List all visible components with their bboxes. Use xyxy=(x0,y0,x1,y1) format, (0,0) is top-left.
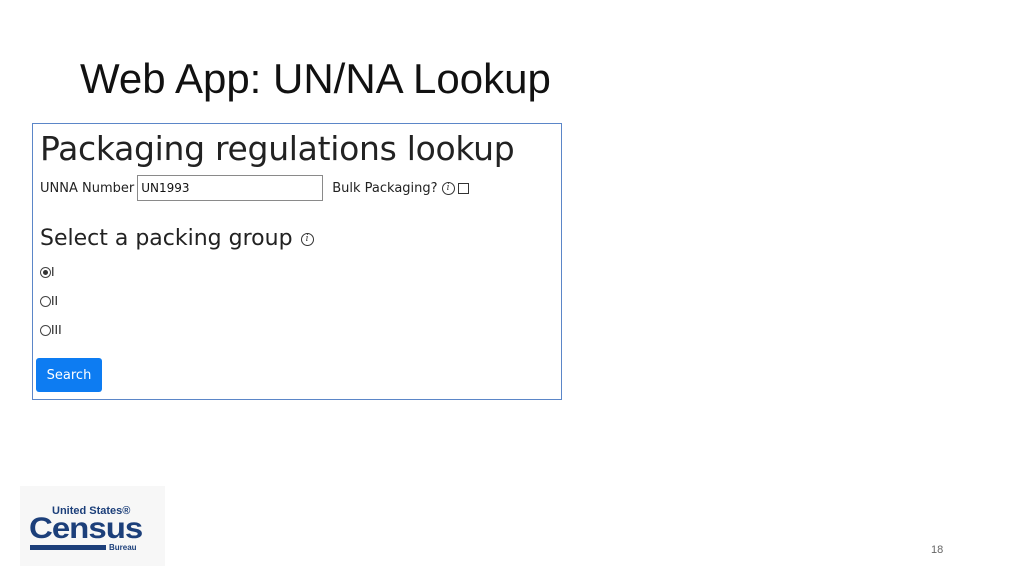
info-icon[interactable]: i xyxy=(441,181,455,195)
packing-group-label: II xyxy=(51,294,59,308)
logo-bar xyxy=(30,545,106,550)
packing-group-label: III xyxy=(51,323,62,337)
slide-title: Web App: UN/NA Lookup xyxy=(80,55,551,102)
logo-main-text: Census xyxy=(29,511,143,545)
app-frame: Packaging regulations lookup UNNA Number… xyxy=(32,123,562,400)
radio-button[interactable] xyxy=(40,266,51,278)
packing-group-heading: Select a packing group i xyxy=(40,228,314,250)
logo-bottom-text: Bureau xyxy=(109,543,137,552)
info-icon[interactable]: i xyxy=(300,232,314,246)
radio-selected-dot xyxy=(43,269,48,275)
unna-input[interactable] xyxy=(137,175,324,201)
census-bureau-logo: United States® Census Bureau xyxy=(20,486,165,566)
unna-label: UNNA Number xyxy=(40,180,135,196)
packing-group-option-ii[interactable]: II xyxy=(40,294,58,308)
packing-group-heading-text: Select a packing group xyxy=(40,226,293,251)
search-button[interactable]: Search xyxy=(36,358,102,392)
packing-group-label: I xyxy=(51,265,55,279)
bulk-packaging-label: Bulk Packaging? xyxy=(332,180,438,196)
page-number: 18 xyxy=(931,544,944,556)
app-heading: Packaging regulations lookup xyxy=(40,129,515,168)
packing-group-option-iii[interactable]: III xyxy=(40,323,62,337)
packing-group-option-i[interactable]: I xyxy=(40,265,55,279)
radio-button[interactable] xyxy=(40,324,51,336)
radio-button[interactable] xyxy=(40,295,51,307)
unna-form-row: UNNA Number Bulk Packaging? i xyxy=(40,174,469,202)
bulk-packaging-checkbox[interactable] xyxy=(457,182,469,194)
